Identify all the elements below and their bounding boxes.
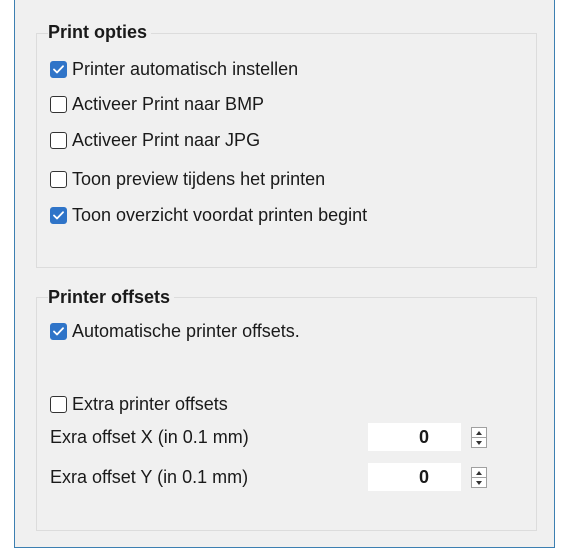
checkbox-icon[interactable]	[50, 322, 67, 340]
offset-y-label: Exra offset Y (in 0.1 mm)	[50, 467, 249, 487]
checkbox-icon[interactable]	[50, 395, 67, 413]
offset-x-input[interactable]: 0	[368, 423, 461, 451]
checkbox-label: Toon preview tijdens het printen	[72, 169, 326, 189]
spin-up-button[interactable]	[472, 428, 486, 438]
offset-y-input[interactable]: 0	[368, 463, 461, 491]
checkbox-show-overview[interactable]: Toon overzicht voordat printen begint	[50, 204, 367, 226]
checkbox-printer-auto-setup[interactable]: Printer automatisch instellen	[50, 58, 298, 80]
checkbox-label: Extra printer offsets	[72, 394, 228, 414]
arrow-up-icon	[476, 430, 482, 435]
offset-y-spinner[interactable]	[471, 467, 487, 488]
checkbox-icon[interactable]	[50, 131, 67, 149]
checkbox-print-to-jpg[interactable]: Activeer Print naar JPG	[50, 129, 260, 151]
arrow-down-icon	[476, 480, 482, 485]
checkbox-print-to-bmp[interactable]: Activeer Print naar BMP	[50, 93, 264, 115]
checkbox-label: Activeer Print naar JPG	[72, 130, 261, 150]
checkbox-icon[interactable]	[50, 95, 67, 113]
arrow-up-icon	[476, 470, 482, 475]
checkbox-label: Printer automatisch instellen	[72, 59, 299, 79]
checkbox-icon[interactable]	[50, 170, 67, 188]
spin-down-button[interactable]	[472, 438, 486, 447]
checkbox-extra-offsets[interactable]: Extra printer offsets	[50, 393, 228, 415]
checkbox-icon[interactable]	[50, 60, 67, 78]
printer-offsets-title: Printer offsets	[48, 287, 175, 307]
checkbox-show-preview[interactable]: Toon preview tijdens het printen	[50, 168, 325, 190]
print-options-title: Print opties	[48, 22, 152, 42]
offset-x-label: Exra offset X (in 0.1 mm)	[50, 427, 249, 447]
checkbox-label: Automatische printer offsets.	[72, 321, 300, 341]
checkbox-label: Toon overzicht voordat printen begint	[72, 205, 368, 225]
checkbox-label: Activeer Print naar BMP	[72, 94, 265, 114]
arrow-down-icon	[476, 440, 482, 445]
spin-down-button[interactable]	[472, 478, 486, 487]
checkbox-auto-offsets[interactable]: Automatische printer offsets.	[50, 320, 300, 342]
offset-x-spinner[interactable]	[471, 427, 487, 448]
checkbox-icon[interactable]	[50, 206, 67, 224]
spin-up-button[interactable]	[472, 468, 486, 478]
